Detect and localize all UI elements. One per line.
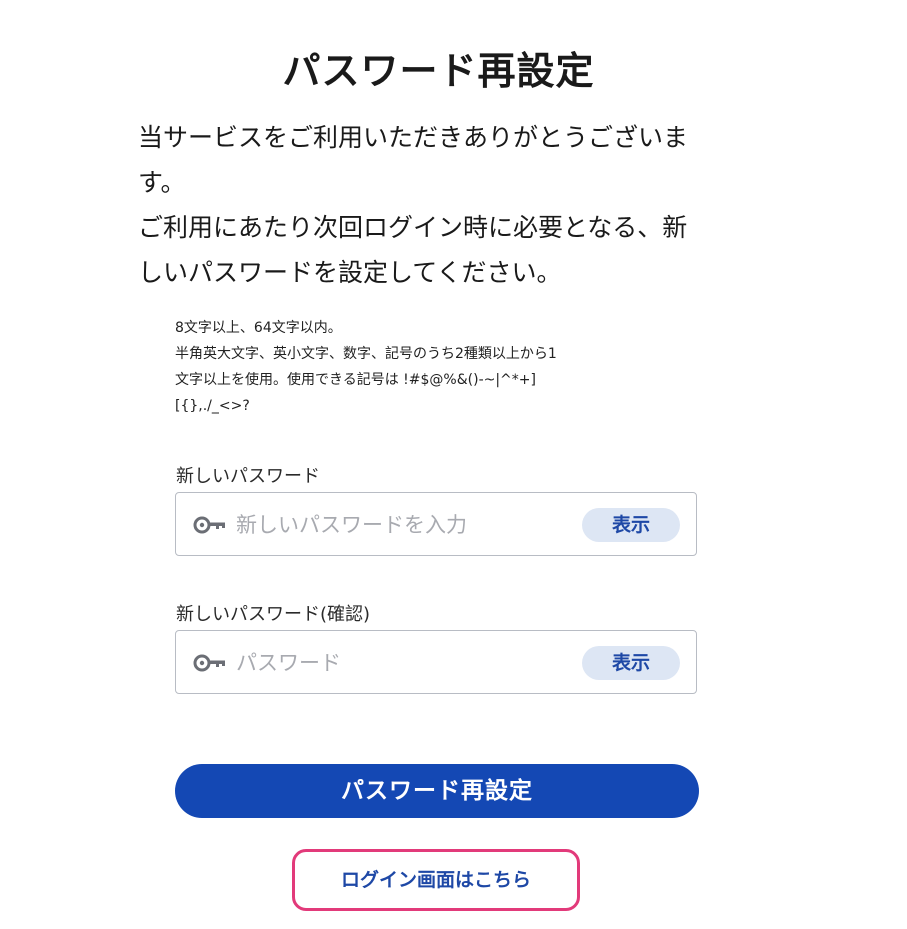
login-screen-link[interactable]: ログイン画面はこちら — [295, 852, 577, 908]
rule-line: 文字以上を使用。使用できる記号は !#$@%&()-~|^*+] — [175, 372, 536, 388]
reset-password-button[interactable]: パスワード再設定 — [175, 764, 699, 818]
new-password-input[interactable] — [236, 503, 576, 547]
confirm-password-label: 新しいパスワード(確認) — [176, 604, 371, 625]
new-password-label: 新しいパスワード — [176, 466, 320, 487]
intro-line: す。 — [138, 168, 186, 197]
intro-line: 当サービスをご利用いただきありがとうございま — [138, 123, 689, 152]
intro-line: ご利用にあたり次回ログイン時に必要となる、新 — [138, 213, 688, 242]
intro-text: 当サービスをご利用いただきありがとうございま す。 ご利用にあたり次回ログイン時… — [138, 115, 748, 295]
new-password-field: 表示 — [175, 492, 697, 556]
intro-line: しいパスワードを設定してください。 — [138, 258, 562, 287]
rule-line: 8文字以上、64文字以内。 — [175, 320, 342, 336]
confirm-password-field: 表示 — [175, 630, 697, 694]
page-title: パスワード再設定 — [282, 49, 595, 93]
show-confirm-password-button[interactable]: 表示 — [582, 646, 680, 680]
login-link-highlight: ログイン画面はこちら — [292, 849, 580, 911]
key-icon — [193, 516, 225, 534]
rule-line: 半角英大文字、英小文字、数字、記号のうち2種類以上から1 — [175, 346, 557, 362]
password-rules: 8文字以上、64文字以内。 半角英大文字、英小文字、数字、記号のうち2種類以上か… — [175, 315, 715, 419]
key-icon — [193, 654, 225, 672]
rule-line: [{},./_<>? — [175, 398, 250, 414]
confirm-password-input[interactable] — [236, 641, 576, 685]
show-new-password-button[interactable]: 表示 — [582, 508, 680, 542]
